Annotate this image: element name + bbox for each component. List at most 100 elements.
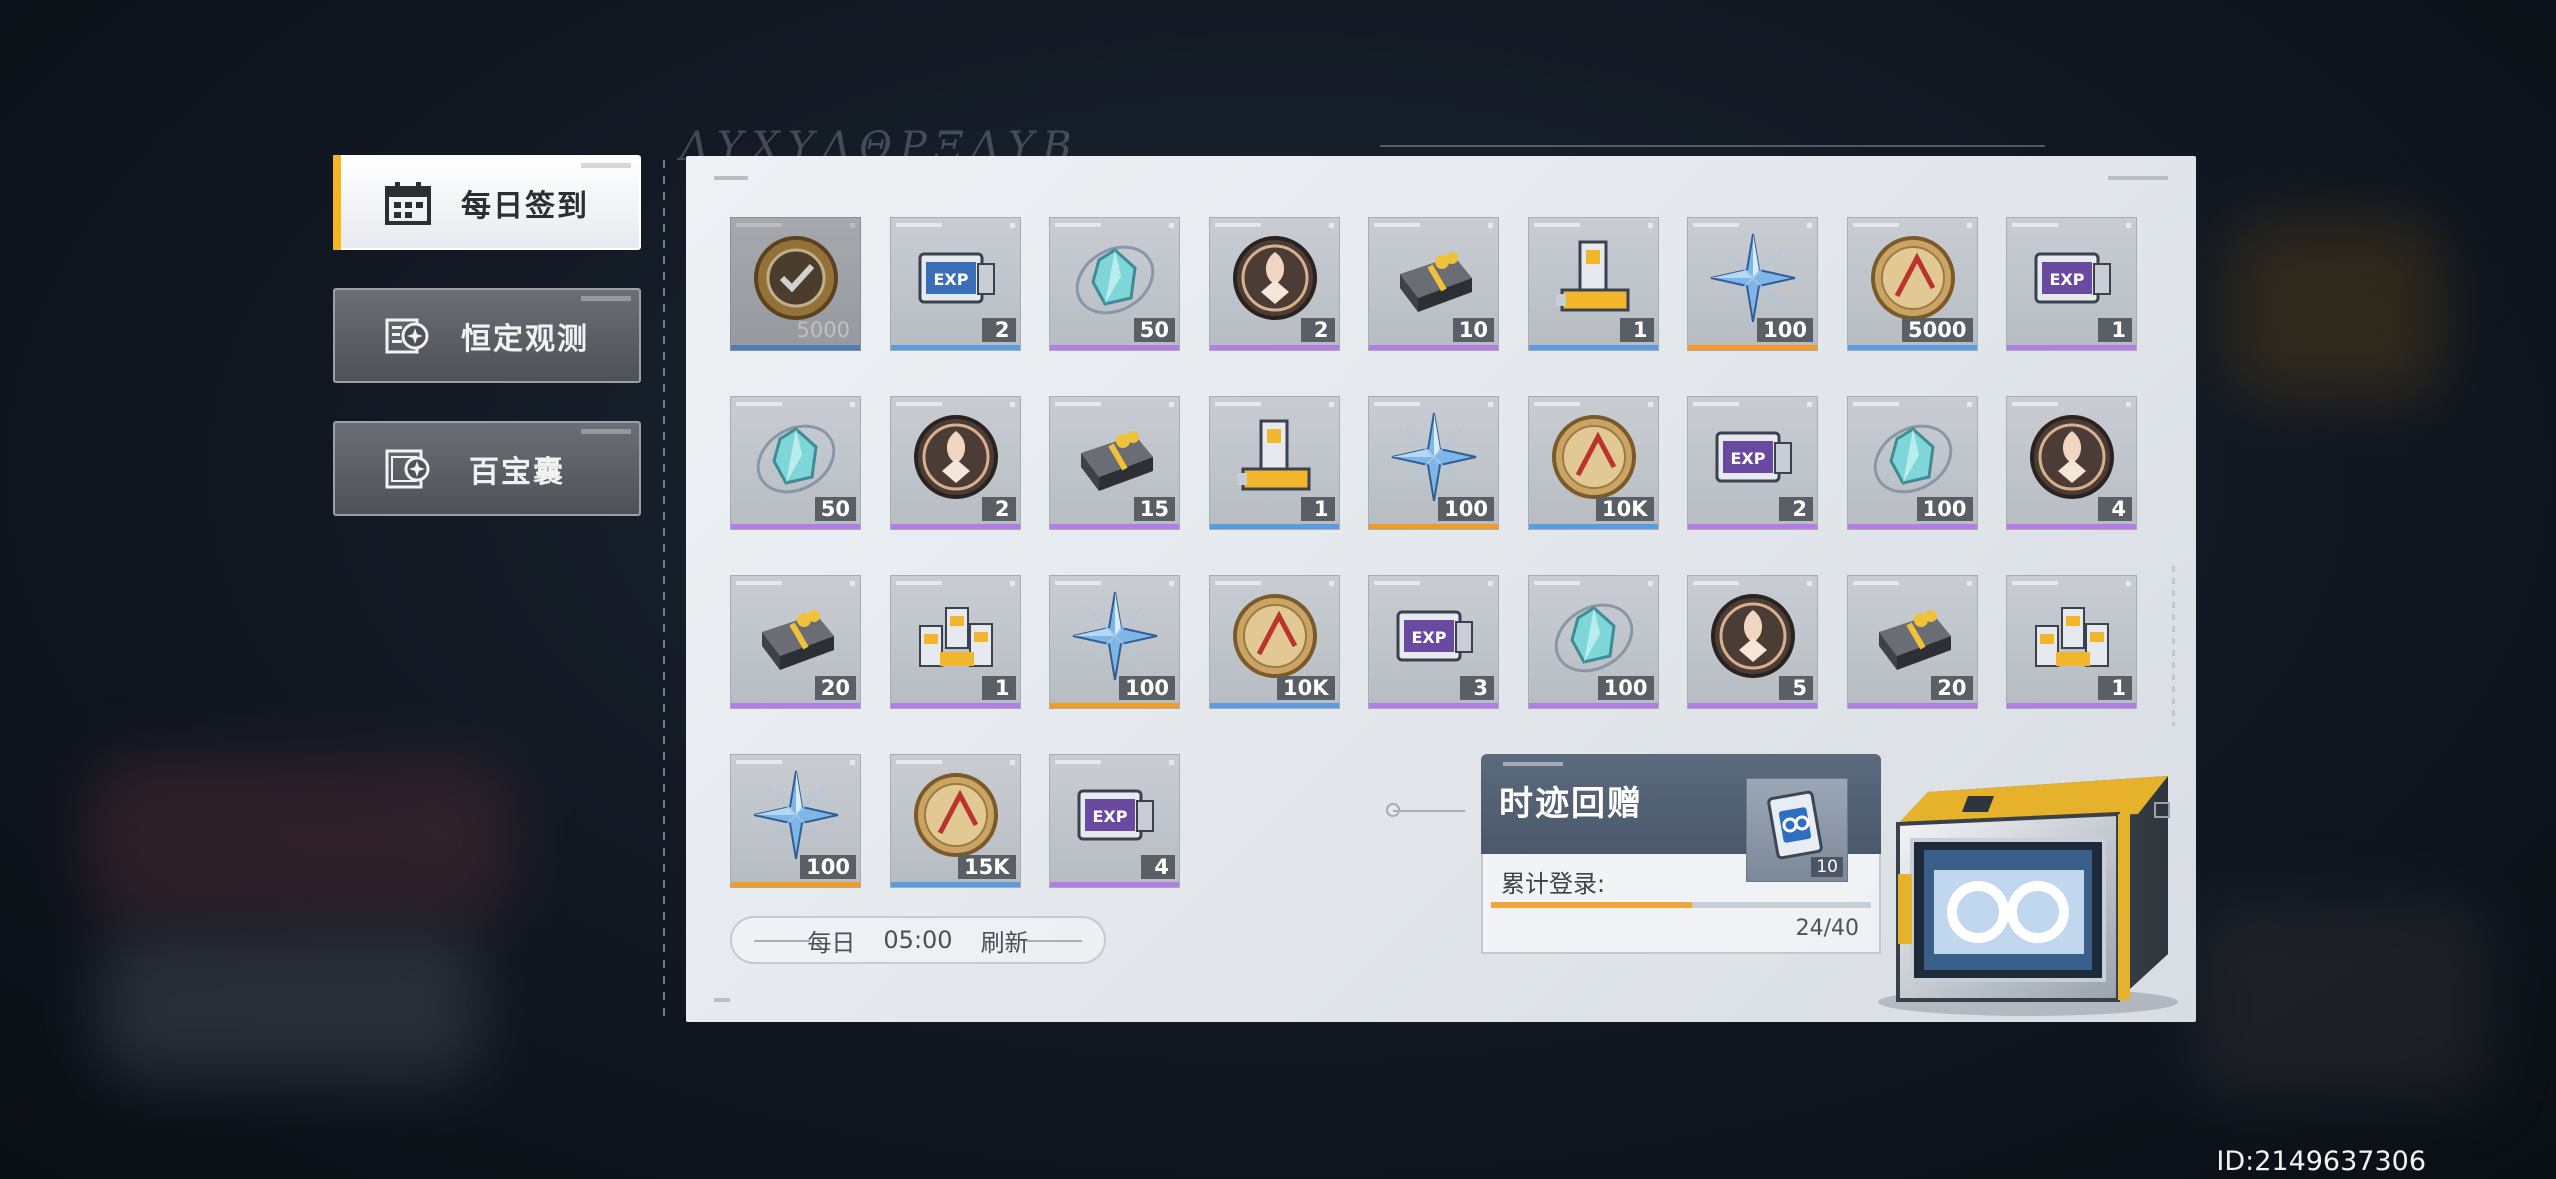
gift-box-icon (1400, 252, 1472, 312)
svg-text:EXP: EXP (1731, 449, 1766, 468)
reward-slot[interactable]: 10 (1368, 217, 1499, 351)
login-progress-count: 24/40 (1795, 916, 1859, 941)
reward-quantity: 20 (1931, 676, 1973, 700)
reward-slot[interactable]: 100 (1049, 575, 1180, 709)
reward-slot[interactable]: 100 (1687, 217, 1818, 351)
star-crystal-icon (1710, 233, 1796, 323)
reward-quantity: 100 (1597, 676, 1654, 700)
rarity-bar (890, 703, 1020, 708)
reward-slot[interactable]: 10K (1208, 575, 1340, 709)
rarity-bar (731, 882, 860, 887)
reward-slot[interactable]: 2 (1208, 217, 1340, 351)
panel-corner-mark (2108, 176, 2168, 180)
cumulative-login-card[interactable]: 时迹回赠 累计登录: 24/40 10 (1481, 754, 1881, 954)
nav-tag (581, 429, 631, 434)
rarity-bar (1050, 345, 1179, 350)
nav-treasure-bag[interactable]: 百宝囊 (333, 421, 641, 516)
rarity-bar (2007, 345, 2136, 350)
rarity-bar (1847, 703, 1977, 708)
reward-quantity: 2 (981, 497, 1016, 521)
reward-slot[interactable]: EXP 3 (1368, 575, 1499, 709)
reward-slot[interactable]: 10K (1527, 396, 1659, 530)
reward-slot[interactable]: 15K (889, 754, 1021, 888)
crystal-shard-icon (1873, 424, 1952, 494)
nav-constant-observation[interactable]: 恒定观测 (333, 288, 641, 383)
arrow-left-decoration (754, 940, 810, 942)
svg-text:EXP: EXP (1093, 807, 1128, 826)
reward-slot[interactable]: 50 (1049, 217, 1180, 351)
reward-quantity: 4 (2098, 497, 2132, 521)
reward-slot[interactable]: EXP 4 (1049, 754, 1180, 888)
rarity-bar (1369, 345, 1498, 350)
reward-slot[interactable]: 1 (1208, 396, 1340, 530)
rarity-bar (1688, 703, 1817, 708)
emblem-coin-icon (2030, 415, 2114, 499)
reward-quantity: 5 (1779, 676, 1813, 700)
reward-slot[interactable]: 100 (1527, 575, 1659, 709)
reward-slot[interactable]: 100 (1368, 396, 1499, 530)
reward-slot[interactable]: 5000 (1846, 217, 1978, 351)
reward-slot[interactable]: 20 (730, 575, 861, 709)
reward-quantity: 50 (814, 497, 856, 521)
cumulative-title: 时迹回赠 (1499, 784, 1643, 824)
scroll-indicator (2172, 566, 2175, 726)
reward-slot[interactable]: 2 (889, 396, 1021, 530)
rarity-bar (1688, 345, 1817, 350)
svg-text:EXP: EXP (933, 270, 968, 289)
gift-box-icon (1081, 431, 1153, 491)
decorative-dashed-divider (663, 160, 665, 1020)
ticket-device-icon (1767, 790, 1823, 860)
rarity-bar (1050, 524, 1179, 529)
reward-quantity: 100 (1438, 497, 1494, 521)
rarity-bar (1847, 345, 1977, 350)
cartridge-bundle-icon (918, 607, 993, 667)
reward-slot[interactable]: EXP 1 (2006, 217, 2137, 351)
reward-slot[interactable]: 5 (1687, 575, 1818, 709)
crystal-shard-icon (1075, 245, 1155, 315)
expand-square-icon[interactable] (2154, 802, 2170, 818)
panel-corner-mark (714, 176, 748, 180)
cartridge-icon (1555, 240, 1629, 312)
reward-slot[interactable]: 1 (1527, 217, 1659, 351)
reward-slot[interactable]: 15 (1049, 396, 1180, 530)
gift-box-icon (762, 610, 834, 670)
nav-daily-checkin[interactable]: 每日签到 (333, 155, 641, 250)
rarity-bar (1050, 703, 1179, 708)
reward-quantity: 5000 (796, 318, 850, 342)
star-crystal-icon (1391, 412, 1477, 502)
checkin-panel: 5000 EXP 2 50 2 10 1 100 5000 EXP 1 50 2 (686, 156, 2196, 1022)
connector-line (1393, 810, 1465, 812)
reward-quantity: 5000 (1902, 318, 1973, 342)
reward-slot[interactable]: 1 (889, 575, 1021, 709)
reward-slot[interactable]: 100 (730, 754, 861, 888)
reward-slot[interactable]: 1 (2006, 575, 2137, 709)
reward-quantity: 2 (1779, 497, 1813, 521)
gold-coin-icon (1551, 415, 1636, 499)
decorative-line (1380, 145, 2045, 147)
cumulative-login-label: 累计登录: (1501, 870, 1606, 898)
reward-quantity: 10 (1452, 318, 1494, 342)
refresh-prefix: 每日 (807, 928, 856, 957)
reward-slot[interactable]: 5000 (730, 217, 861, 351)
rarity-bar (1209, 703, 1339, 708)
reward-slot[interactable]: 100 (1846, 396, 1978, 530)
reward-quantity: 100 (1119, 676, 1175, 700)
rarity-bar (731, 524, 860, 529)
nav-label: 百宝囊 (469, 454, 565, 490)
reward-quantity: 100 (800, 855, 856, 879)
rarity-bar (1209, 345, 1339, 350)
reward-slot[interactable]: 50 (730, 396, 861, 530)
reward-slot[interactable]: EXP 2 (889, 217, 1021, 351)
exp-chip-purple-icon: EXP (2034, 252, 2111, 304)
cumulative-reward-item[interactable]: 10 (1746, 778, 1848, 882)
reward-quantity: 1 (2098, 318, 2132, 342)
card-tag (1503, 762, 1563, 766)
star-crystal-icon (1072, 591, 1158, 681)
reward-crate-icon[interactable] (1868, 754, 2178, 1016)
exp-chip-purple-icon: EXP (1077, 789, 1154, 841)
reward-quantity: 15 (1133, 497, 1175, 521)
reward-slot[interactable]: EXP 2 (1687, 396, 1818, 530)
reward-slot[interactable]: 4 (2006, 396, 2137, 530)
nav-label: 恒定观测 (461, 321, 589, 357)
reward-slot[interactable]: 20 (1846, 575, 1978, 709)
